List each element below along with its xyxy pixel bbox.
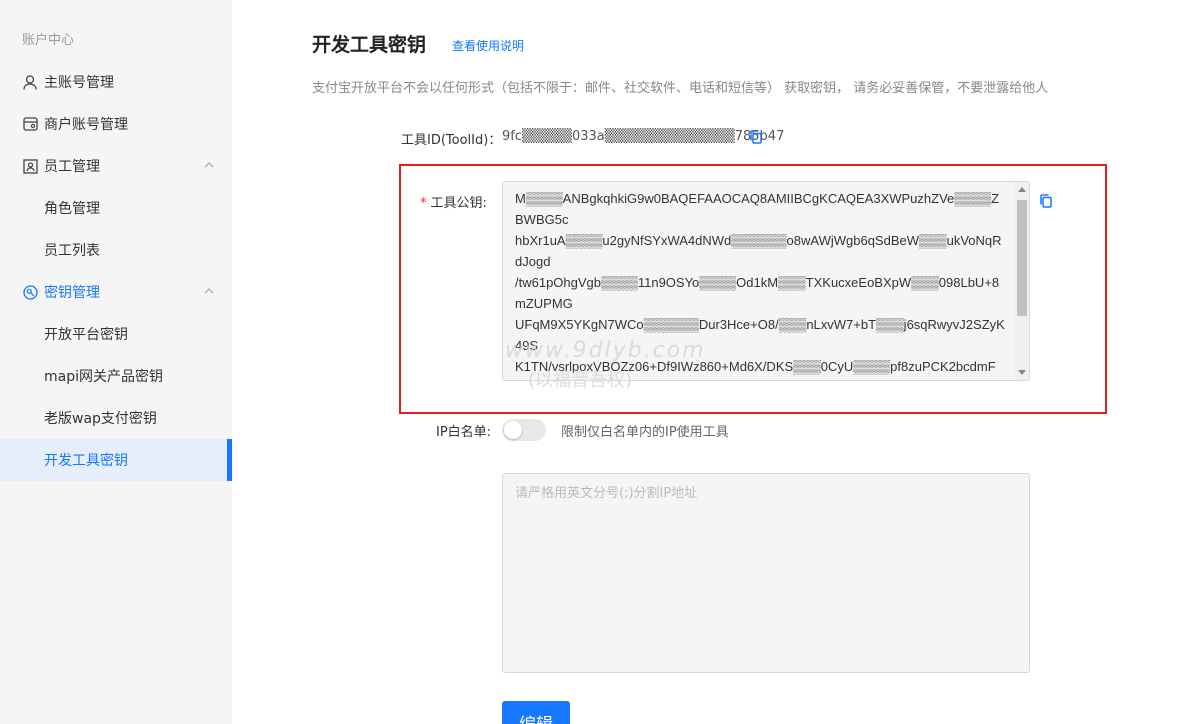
sidebar-item-label: 角色管理	[44, 201, 100, 217]
scroll-up-icon[interactable]	[1018, 187, 1026, 192]
sidebar-item-label: 老版wap支付密钥	[44, 411, 157, 427]
sidebar-item-key-management[interactable]: 密钥管理	[0, 271, 232, 313]
sidebar-item-main-account[interactable]: 主账号管理	[0, 61, 232, 103]
ip-whitelist-toggle[interactable]	[502, 419, 546, 441]
sidebar-item-label: 员工列表	[44, 243, 100, 259]
ip-whitelist-input[interactable]	[502, 473, 1030, 673]
sidebar-item-staff-list[interactable]: 员工列表	[0, 229, 232, 271]
sidebar-item-mapi-gateway-key[interactable]: mapi网关产品密钥	[0, 355, 232, 397]
public-key-text: M▒▒▒▒ANBgkqhkiG9w0BAQEFAAOCAQ8AMIIBCgKCA…	[515, 191, 1005, 374]
sidebar-item-label: 商户账号管理	[44, 117, 128, 133]
ip-whitelist-label: IP白名单:	[436, 425, 492, 440]
sidebar-item-label: 员工管理	[44, 159, 100, 175]
public-key-box[interactable]: M▒▒▒▒ANBgkqhkiG9w0BAQEFAAOCAQ8AMIIBCgKCA…	[502, 181, 1030, 381]
sidebar-item-label: 密钥管理	[44, 285, 100, 301]
help-link[interactable]: 查看使用说明	[452, 37, 524, 54]
sidebar: 账户中心 主账号管理 商户账号管理 员工管理 角色管理 员工列表 密钥管理 开放…	[0, 0, 232, 724]
scroll-thumb[interactable]	[1017, 200, 1027, 316]
sidebar-item-label: 主账号管理	[44, 75, 114, 91]
key-scrollbar[interactable]	[1015, 182, 1029, 380]
toolid-value: 9fc▒▒▒▒▒033a▒▒▒▒▒▒▒▒▒▒▒▒▒785b47	[502, 129, 785, 144]
store-icon	[22, 116, 38, 132]
ip-toggle-hint: 限制仅白名单内的IP使用工具	[561, 425, 729, 440]
security-notice: 支付宝开放平台不会以任何形式（包括不限于：邮件、社交软件、电话和短信等） 获取密…	[312, 81, 1049, 96]
required-mark: *	[420, 196, 427, 211]
sidebar-item-roles[interactable]: 角色管理	[0, 187, 232, 229]
copy-icon[interactable]	[749, 130, 763, 144]
sidebar-item-open-platform-key[interactable]: 开放平台密钥	[0, 313, 232, 355]
toggle-knob	[504, 421, 522, 439]
page-title: 开发工具密钥	[312, 34, 427, 56]
staff-icon	[22, 158, 38, 174]
sidebar-item-legacy-wap-key[interactable]: 老版wap支付密钥	[0, 397, 232, 439]
sidebar-item-label: mapi网关产品密钥	[44, 369, 163, 385]
toolid-label: 工具ID(ToolId)：	[401, 133, 502, 148]
chevron-up-icon	[204, 162, 214, 168]
sidebar-heading: 账户中心	[22, 33, 75, 48]
sidebar-item-label: 开放平台密钥	[44, 327, 128, 343]
sidebar-item-label: 开发工具密钥	[44, 453, 128, 469]
scroll-down-icon[interactable]	[1018, 370, 1026, 375]
edit-button[interactable]: 编辑	[502, 701, 570, 724]
copy-icon[interactable]	[1039, 194, 1053, 208]
user-icon	[22, 74, 38, 90]
sidebar-item-dev-tool-key[interactable]: 开发工具密钥	[0, 439, 232, 481]
pubkey-label: * 工具公钥:	[420, 196, 487, 211]
key-icon	[22, 284, 38, 300]
chevron-up-icon	[204, 288, 214, 294]
sidebar-item-staff[interactable]: 员工管理	[0, 145, 232, 187]
sidebar-item-merchant-account[interactable]: 商户账号管理	[0, 103, 232, 145]
